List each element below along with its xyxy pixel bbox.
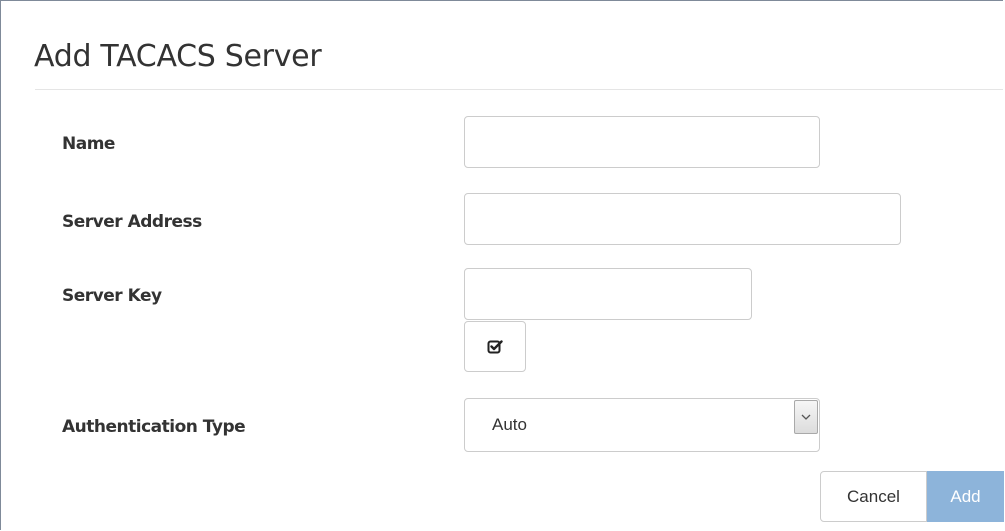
add-button[interactable]: Add (927, 471, 1004, 522)
chevron-down-icon[interactable] (794, 400, 818, 434)
name-label: Name (62, 134, 115, 154)
add-tacacs-server-dialog: Add TACACS Server Name Server Address Se… (0, 0, 1004, 530)
name-input[interactable] (464, 116, 820, 168)
server-address-input[interactable] (464, 193, 901, 245)
authentication-type-select[interactable]: Auto (464, 398, 820, 452)
show-key-toggle-button[interactable] (464, 321, 526, 372)
server-key-label: Server Key (62, 286, 162, 306)
cancel-button[interactable]: Cancel (820, 471, 927, 522)
title-divider (35, 89, 1003, 90)
checkbox-checked-icon (487, 339, 503, 355)
server-address-label: Server Address (62, 212, 202, 232)
authentication-type-label: Authentication Type (62, 417, 246, 437)
server-key-input[interactable] (464, 268, 752, 320)
authentication-type-selected-value: Auto (492, 415, 527, 434)
dialog-title: Add TACACS Server (34, 39, 322, 74)
